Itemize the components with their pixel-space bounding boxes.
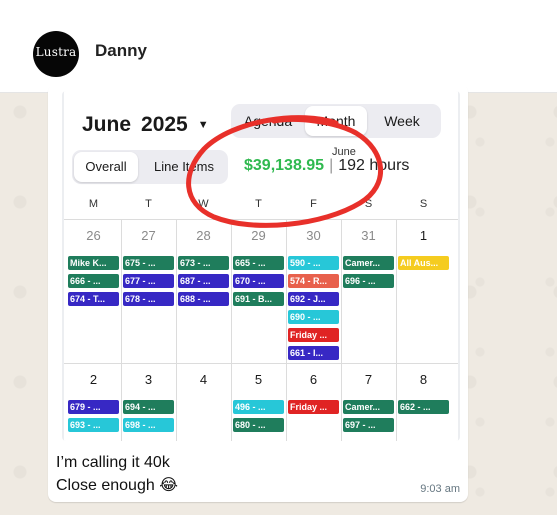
message-line-1: I’m calling it 40k [56, 454, 170, 471]
red-circle-annotation [186, 115, 384, 228]
contact-name[interactable]: Danny [95, 41, 147, 61]
avatar-logo-text: Lustra [35, 45, 77, 59]
message-bubble[interactable]: June 2025 ▼ Agenda Month Week Overall Li… [48, 84, 468, 502]
contact-avatar[interactable]: Lustra [33, 31, 79, 77]
calendar-screenshot: June 2025 ▼ Agenda Month Week Overall Li… [64, 91, 458, 441]
avatar-logo-tagline [56, 58, 57, 62]
annotation-stroke [186, 115, 384, 228]
chat-header: Lustra Danny [0, 0, 557, 93]
message-text: I’m calling it 40k Close enough 😂 [56, 451, 178, 497]
message-timestamp: 9:03 am [420, 483, 460, 495]
shared-image[interactable]: June 2025 ▼ Agenda Month Week Overall Li… [62, 91, 460, 441]
message-line-2: Close enough 😂 [56, 477, 178, 494]
